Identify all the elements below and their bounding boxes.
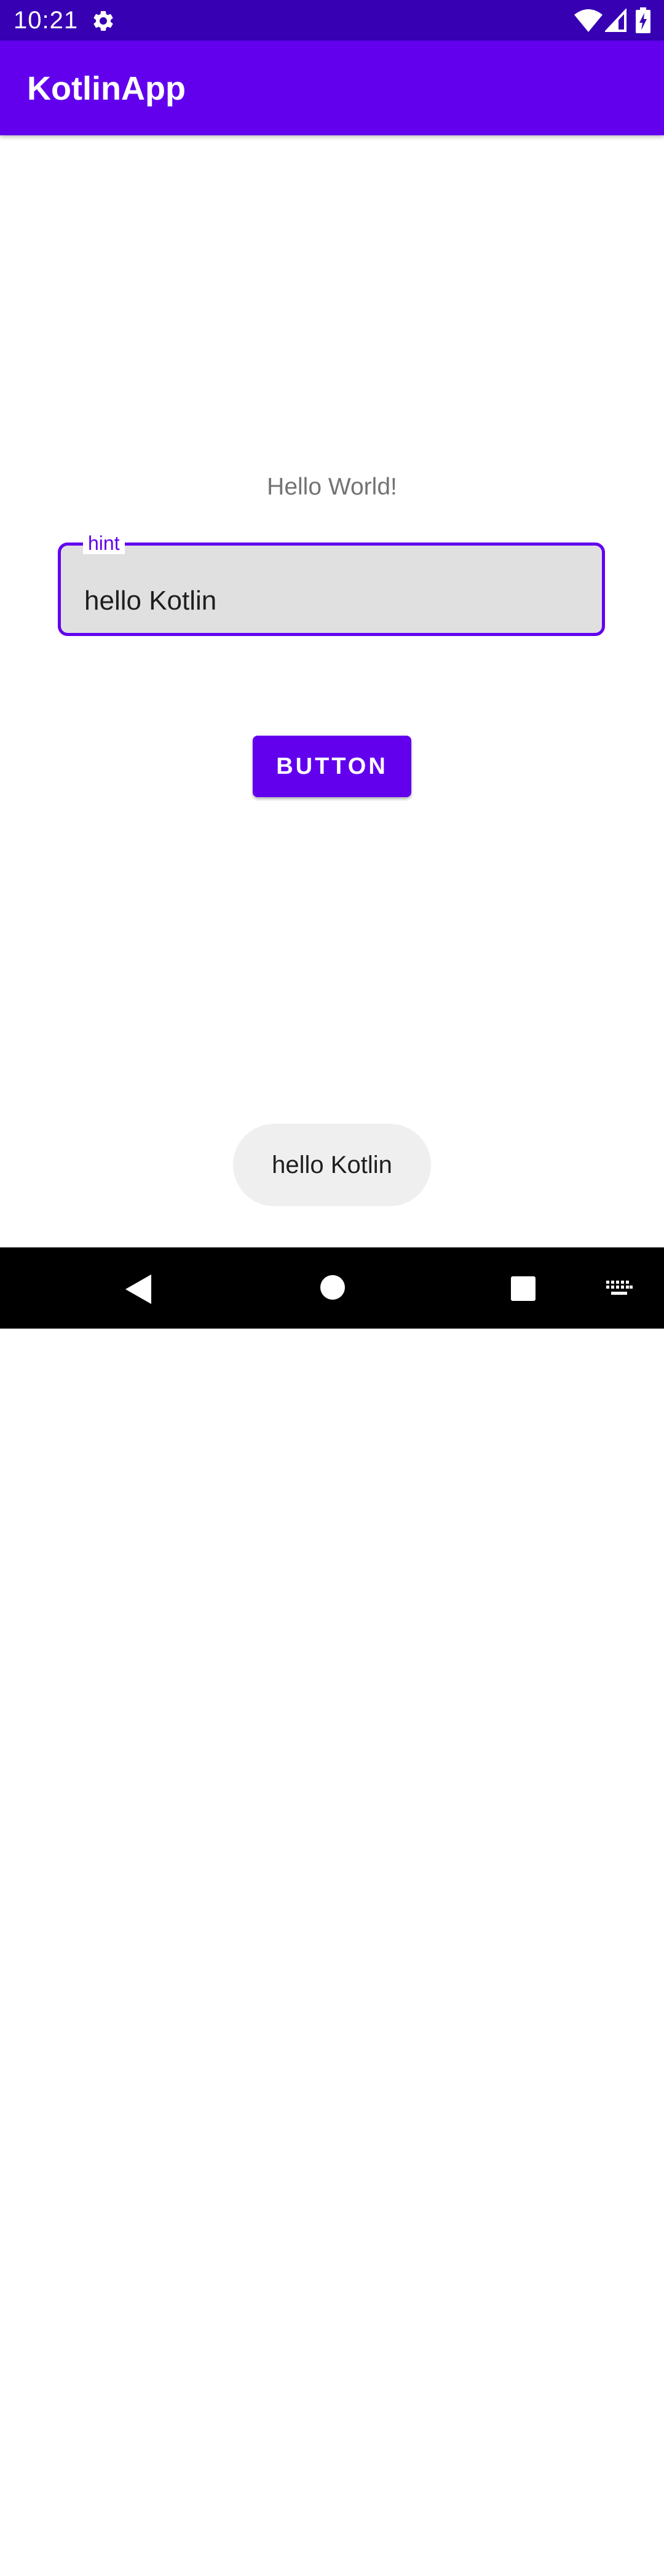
signal-icon [604,7,627,32]
text-input-field[interactable]: hint hello Kotlin [58,532,605,636]
app-bar: KotlinApp [0,41,664,135]
main-button[interactable]: BUTTON [253,736,411,797]
field-value[interactable]: hello Kotlin [84,585,216,617]
navigation-bar: Free for personal use [0,1247,664,2572]
back-icon[interactable] [123,1273,152,1305]
hello-world-text: Hello World! [267,474,397,500]
wifi-icon [574,9,603,32]
toast-message: hello Kotlin [233,1124,431,1206]
home-icon[interactable] [320,1274,346,1300]
keyboard-icon[interactable] [605,1279,633,1298]
gear-icon [91,9,116,33]
battery-charging-icon [636,7,650,33]
watermark-text: Free for personal use [1,2527,429,2572]
field-hint-label: hint [83,532,125,554]
app-title: KotlinApp [27,70,186,107]
status-time: 10:21 [14,7,79,34]
recents-icon[interactable] [510,1276,536,1302]
status-bar: 10:21 [0,0,664,41]
